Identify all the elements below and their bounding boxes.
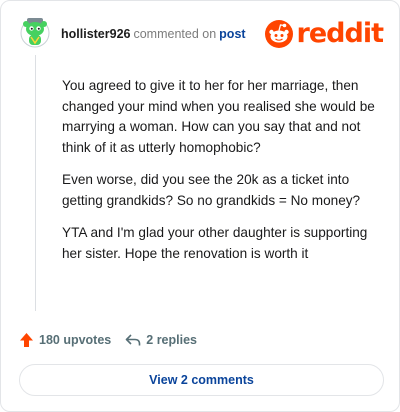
snoo-avatar-icon: [20, 18, 50, 48]
comment-body: You agreed to give it to her for her mar…: [62, 76, 387, 276]
reddit-wordmark: reddit: [296, 18, 384, 49]
reply-count: 2 replies: [146, 333, 197, 347]
comment-paragraph: You agreed to give it to her for her mar…: [62, 78, 375, 155]
comment-card: hollister926 commented on post reddit You …: [0, 0, 400, 412]
username-link[interactable]: hollister926: [61, 27, 130, 41]
reply-arrow-icon: [125, 333, 141, 347]
arrow-up-icon: [19, 332, 34, 348]
upvote-count: 180 upvotes: [39, 333, 112, 347]
avatar[interactable]: [19, 15, 51, 49]
reddit-snoo-icon: [264, 20, 293, 48]
comment-paragraph: Even worse, did you see the 20k as a tic…: [62, 172, 361, 208]
comment-paragraph: YTA and I'm glad your other daughter is …: [62, 225, 368, 261]
post-link[interactable]: post: [219, 27, 245, 41]
reddit-logo[interactable]: reddit: [264, 18, 384, 49]
byline: hollister926 commented on post: [61, 26, 246, 42]
upvote-button[interactable]: 180 upvotes: [19, 332, 111, 348]
comment-header: hollister926 commented on post reddit: [19, 15, 384, 55]
view-comments-button[interactable]: View 2 comments: [19, 364, 384, 396]
byline-verb: commented on: [133, 27, 217, 41]
thread-line[interactable]: [35, 55, 36, 311]
replies-button[interactable]: 2 replies: [125, 333, 197, 347]
comment-actions: 180 upvotes 2 replies: [19, 331, 197, 349]
